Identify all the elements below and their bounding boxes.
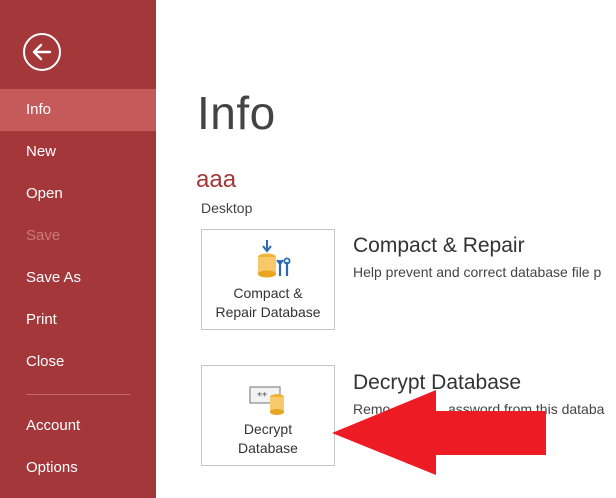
nav-item-open[interactable]: Open	[0, 173, 156, 215]
decrypt-database-label-line2: Database	[238, 440, 298, 456]
svg-text:**: **	[257, 391, 267, 402]
nav-item-save: Save	[26, 227, 61, 244]
nav-item-print[interactable]: Print	[0, 299, 156, 341]
nav-item-account[interactable]: Account	[0, 405, 156, 447]
decrypt-database-button[interactable]: ** Decrypt Database	[201, 365, 335, 466]
decrypt-database-description-start: Remo	[353, 401, 391, 417]
back-button[interactable]	[23, 33, 61, 71]
compact-repair-description: Help prevent and correct database file p	[353, 264, 602, 280]
page-title: Info	[197, 87, 276, 139]
compact-repair-label-line1: Compact &	[233, 285, 303, 301]
nav-item-save-as[interactable]: Save As	[0, 257, 156, 299]
compact-repair-label-line2: Repair Database	[215, 304, 321, 320]
decrypt-database-title: Decrypt Database	[353, 371, 522, 394]
arrow-left-icon	[32, 43, 52, 61]
decrypt-database-label-line1: Decrypt	[243, 421, 293, 437]
nav-item-options[interactable]: Options	[0, 447, 156, 489]
nav-separator	[26, 394, 130, 395]
database-name: aaa	[196, 166, 237, 193]
nav-item-close[interactable]: Close	[0, 341, 156, 383]
backstage-sidebar: Info New Open Save Save As Print Close A…	[0, 0, 156, 498]
nav-item-info[interactable]: Info	[0, 89, 156, 131]
compact-repair-title: Compact & Repair	[353, 234, 525, 257]
nav-item-new[interactable]: New	[0, 131, 156, 173]
decrypt-database-icon: **	[249, 386, 284, 415]
compact-repair-icon	[258, 240, 291, 278]
decrypt-database-description-end: assword from this databa	[448, 401, 605, 417]
database-location: Desktop	[201, 200, 253, 216]
compact-repair-button[interactable]: Compact & Repair Database	[201, 229, 335, 330]
